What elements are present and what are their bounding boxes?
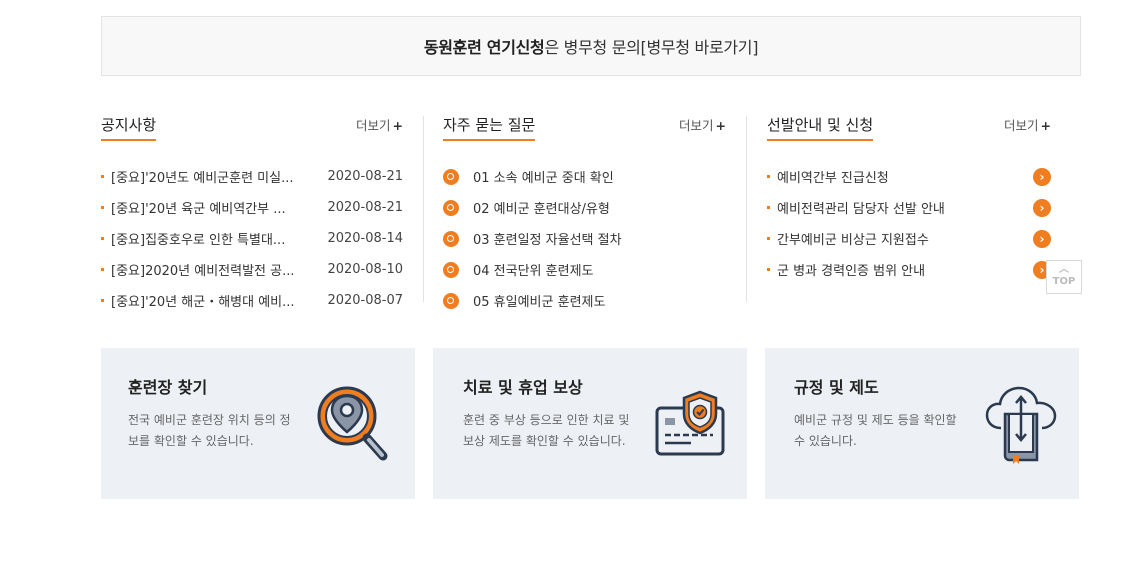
notice-item-title: [중요]'20년 해군・해병대 예비... <box>111 295 295 310</box>
notice-item-date: 2020-08-07 <box>327 293 403 308</box>
selection-item-label: 간부예비군 비상근 지원접수 <box>777 233 929 248</box>
top-label: TOP <box>1052 276 1076 287</box>
notice-item-title: [중요]'20년도 예비군훈련 미실... <box>111 171 294 186</box>
selection-more-label: 더보기 <box>1004 118 1039 133</box>
card-title: 훈련장 찾기 <box>128 378 208 397</box>
bullet-icon <box>101 175 104 178</box>
bullet-icon <box>101 206 104 209</box>
bullet-icon <box>101 299 104 302</box>
notice-more-link[interactable]: 더보기 + <box>356 115 403 134</box>
notice-item[interactable]: [중요]2020년 예비전력발전 공... 2020-08-10 <box>101 254 403 285</box>
banner-strong-text: 동원훈련 연기신청 <box>423 38 545 57</box>
bullet-icon <box>101 268 104 271</box>
faq-item[interactable]: 01 소속 예비군 중대 확인 <box>443 161 726 192</box>
question-icon <box>443 199 459 216</box>
faq-item[interactable]: 04 전국단위 훈련제도 <box>443 254 726 285</box>
notice-title: 공지사항 <box>101 114 157 141</box>
faq-item[interactable]: 05 휴일예비군 훈련제도 <box>443 285 726 316</box>
selection-more-link[interactable]: 더보기 + <box>1004 115 1051 134</box>
notice-item-date: 2020-08-14 <box>327 231 403 246</box>
notice-section: 공지사항 더보기 + [중요]'20년도 예비군훈련 미실... 2020-08-2… <box>101 110 403 310</box>
faq-item-label: 02 예비군 훈련대상/유형 <box>473 202 610 217</box>
shield-card-icon <box>655 390 725 456</box>
notice-item-date: 2020-08-10 <box>327 262 403 277</box>
notice-item[interactable]: [중요]'20년도 예비군훈련 미실... 2020-08-21 <box>101 161 403 192</box>
selection-section: 선발안내 및 신청 더보기 + 예비역간부 진급신청 › 예비전력관리 담당자 선발… <box>767 110 1051 279</box>
faq-section: 자주 묻는 질문 더보기 + 01 소속 예비군 중대 확인 02 예비군 훈련대… <box>443 110 726 310</box>
training-site-card[interactable]: 훈련장 찾기 전국 예비군 훈련장 위치 등의 정보를 확인할 수 있습니다. <box>101 348 415 499</box>
location-magnifier-icon <box>317 386 388 461</box>
faq-item[interactable]: 03 훈련일정 자율선택 절차 <box>443 223 726 254</box>
card-description: 훈련 중 부상 등으로 인한 치료 및 보상 제도를 확인할 수 있습니다. <box>463 413 630 448</box>
chevron-right-icon[interactable]: › <box>1033 198 1051 217</box>
column-divider <box>746 116 747 302</box>
selection-item[interactable]: 예비역간부 진급신청 › <box>767 161 1051 192</box>
notice-item[interactable]: [중요]집중호우로 인한 특별대... 2020-08-14 <box>101 223 403 254</box>
selection-item-label: 군 병과 경력인증 범위 안내 <box>777 264 926 279</box>
faq-item-label: 04 전국단위 훈련제도 <box>473 264 594 279</box>
question-icon <box>443 261 459 278</box>
faq-item-label: 01 소속 예비군 중대 확인 <box>473 171 614 186</box>
plus-icon: + <box>392 118 403 133</box>
notice-item[interactable]: [중요]'20년 육군 예비역간부 ... 2020-08-21 <box>101 192 403 223</box>
regulation-card[interactable]: 규정 및 제도 예비군 규정 및 제도 등을 확인할 수 있습니다. <box>765 348 1079 499</box>
question-icon <box>443 292 459 309</box>
bullet-icon <box>767 268 770 271</box>
compensation-card[interactable]: 치료 및 휴업 보상 훈련 중 부상 등으로 인한 치료 및 보상 제도를 확인… <box>433 348 747 499</box>
card-title: 치료 및 휴업 보상 <box>463 378 583 397</box>
cloud-book-icon <box>985 386 1057 464</box>
banner-link-text[interactable]: 은 병무청 문의[병무청 바로가기] <box>544 34 758 58</box>
question-icon <box>443 230 459 247</box>
chevron-up-icon: ︿ <box>1059 264 1069 275</box>
chevron-right-icon[interactable]: › <box>1033 229 1051 248</box>
chevron-right-icon[interactable]: › <box>1033 167 1051 186</box>
mobilization-postpone-banner[interactable]: 동원훈련 연기신청 은 병무청 문의[병무청 바로가기] <box>101 16 1081 76</box>
card-description: 전국 예비군 훈련장 위치 등의 정보를 확인할 수 있습니다. <box>128 413 291 448</box>
bullet-icon <box>767 206 770 209</box>
selection-item[interactable]: 간부예비군 비상근 지원접수 › <box>767 223 1051 254</box>
notice-item-date: 2020-08-21 <box>327 200 403 215</box>
selection-item[interactable]: 군 병과 경력인증 범위 안내 › <box>767 254 1051 285</box>
bullet-icon <box>767 175 770 178</box>
selection-item-label: 예비전력관리 담당자 선발 안내 <box>777 202 945 217</box>
card-description: 예비군 규정 및 제도 등을 확인할 수 있습니다. <box>794 413 957 448</box>
bullet-icon <box>101 237 104 240</box>
notice-item-title: [중요]2020년 예비전력발전 공... <box>111 264 295 279</box>
plus-icon: + <box>715 118 726 133</box>
column-divider <box>423 116 424 302</box>
question-icon <box>443 168 459 185</box>
notice-more-label: 더보기 <box>356 118 391 133</box>
faq-more-link[interactable]: 더보기 + <box>679 115 726 134</box>
notice-item-title: [중요]'20년 육군 예비역간부 ... <box>111 202 286 217</box>
faq-item-label: 05 휴일예비군 훈련제도 <box>473 295 606 310</box>
card-title: 규정 및 제도 <box>794 378 879 397</box>
faq-more-label: 더보기 <box>679 118 714 133</box>
selection-item-label: 예비역간부 진급신청 <box>777 171 889 186</box>
selection-title: 선발안내 및 신청 <box>767 114 874 141</box>
selection-item[interactable]: 예비전력관리 담당자 선발 안내 › <box>767 192 1051 223</box>
notice-item-date: 2020-08-21 <box>327 169 403 184</box>
faq-title: 자주 묻는 질문 <box>443 114 536 141</box>
scroll-top-button[interactable]: ︿ TOP <box>1046 260 1082 294</box>
faq-item[interactable]: 02 예비군 훈련대상/유형 <box>443 192 726 223</box>
notice-item[interactable]: [중요]'20년 해군・해병대 예비... 2020-08-07 <box>101 285 403 316</box>
bullet-icon <box>767 237 770 240</box>
notice-item-title: [중요]집중호우로 인한 특별대... <box>111 233 286 248</box>
faq-item-label: 03 훈련일정 자율선택 절차 <box>473 233 622 248</box>
plus-icon: + <box>1040 118 1051 133</box>
